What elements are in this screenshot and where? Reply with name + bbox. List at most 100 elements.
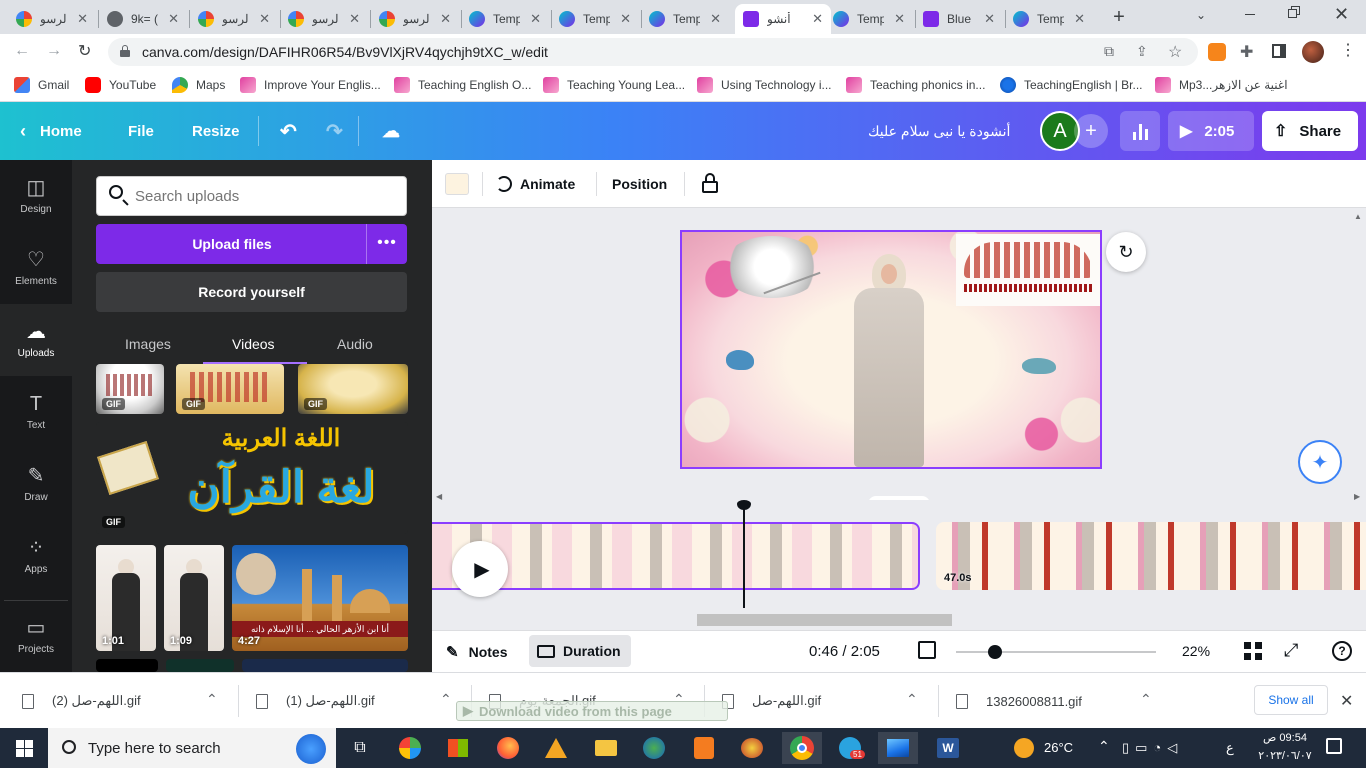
app-icon-fruit[interactable] — [732, 732, 772, 764]
zoom-level[interactable]: 22% — [1182, 643, 1210, 659]
tab-audio[interactable]: Audio — [337, 328, 373, 360]
gif-thumbnail[interactable]: GIF — [176, 364, 284, 414]
bookmark-item[interactable]: Using Technology i... — [697, 77, 832, 93]
photos-icon[interactable] — [878, 732, 918, 764]
chevron-up-icon[interactable]: ⌃ — [1140, 691, 1152, 708]
close-tab-icon[interactable]: ✕ — [168, 11, 179, 27]
address-bar[interactable]: canva.com/design/DAFIHR06R54/Bv9VlXjRV4q… — [108, 38, 1198, 66]
task-view-icon[interactable]: ⧉ — [340, 732, 380, 764]
page-view-icon[interactable] — [918, 641, 936, 659]
cloud-saved-icon[interactable]: ☁ — [382, 102, 400, 160]
upload-files-button[interactable]: Upload files ••• — [96, 224, 407, 264]
side-panel-icon[interactable] — [1272, 44, 1286, 58]
search-uploads-field[interactable] — [96, 176, 407, 216]
bookmark-item[interactable]: Maps — [172, 77, 225, 93]
bookmark-item[interactable]: YouTube — [85, 77, 156, 93]
insights-button[interactable] — [1120, 111, 1160, 151]
present-play-button[interactable]: ▶ 2:05 — [1168, 111, 1254, 151]
video-thumbnail[interactable]: 1:01 — [96, 545, 156, 651]
bookmark-item[interactable]: Teaching English O... — [394, 77, 531, 93]
close-tab-icon[interactable]: ✕ — [894, 11, 905, 27]
firefox-icon[interactable] — [488, 732, 528, 764]
download-item[interactable]: اللهم-صل.gif ⌃ — [722, 673, 934, 729]
browser-tab[interactable]: أنشو ✕ — [735, 4, 831, 34]
search-uploads-input[interactable] — [135, 185, 395, 207]
profile-avatar[interactable] — [1302, 41, 1324, 63]
design-title[interactable]: أنشودة يا نبى سلام عليك — [868, 102, 1010, 160]
chrome-icon[interactable] — [782, 732, 822, 764]
forward-arrow-icon[interactable]: → — [46, 42, 62, 60]
bookmark-item[interactable]: Teaching Young Lea... — [543, 77, 685, 93]
gif-thumbnail[interactable]: GIF — [96, 364, 164, 414]
chevron-up-icon[interactable]: ⌃ — [906, 691, 918, 708]
playhead-handle[interactable] — [737, 500, 751, 510]
browser-tab[interactable]: Blue ✕ — [915, 4, 1003, 34]
close-downloads-icon[interactable]: ✕ — [1340, 691, 1353, 711]
resize-button[interactable]: Resize — [192, 102, 240, 160]
design-canvas[interactable] — [680, 230, 1102, 469]
weather-temp[interactable]: 26°C — [1044, 740, 1073, 755]
browser-tab[interactable]: Temp ✕ — [1005, 4, 1093, 34]
tab-images[interactable]: Images — [125, 328, 171, 360]
bookmark-item[interactable]: Improve Your Englis... — [240, 77, 381, 93]
telegram-icon[interactable]: 51 — [830, 732, 870, 764]
browser-tab[interactable]: الرسو ✕ — [8, 4, 96, 34]
playhead[interactable] — [743, 504, 745, 608]
rail-item-projects[interactable]: ▭ Projects — [0, 600, 72, 672]
back-arrow-icon[interactable]: ← — [14, 42, 30, 60]
video-thumbnail[interactable] — [242, 659, 408, 672]
chevron-up-icon[interactable]: ⌃ — [206, 691, 218, 708]
timeline-play-button[interactable]: ▶ — [452, 541, 508, 597]
notifications-icon[interactable] — [1326, 738, 1342, 754]
app-icon-circle[interactable] — [390, 732, 430, 764]
rail-item-text[interactable]: T Text — [0, 376, 72, 448]
file-explorer-icon[interactable] — [586, 732, 626, 764]
close-tab-icon[interactable]: ✕ — [710, 11, 721, 27]
position-button[interactable]: Position — [612, 160, 667, 208]
close-tab-icon[interactable]: ✕ — [349, 11, 360, 27]
browser-tab[interactable]: الرسو ✕ — [371, 4, 459, 34]
rail-item-elements[interactable]: ♡ Elements — [0, 232, 72, 304]
restore-window-icon[interactable] — [1288, 6, 1302, 20]
taskbar-search-box[interactable]: Type here to search — [48, 728, 336, 768]
fullscreen-icon[interactable]: ⤢ — [1284, 640, 1298, 661]
clock-time[interactable]: 09:54 ص — [1256, 731, 1314, 744]
close-tab-icon[interactable]: ✕ — [259, 11, 270, 27]
close-tab-icon[interactable]: ✕ — [620, 11, 631, 27]
close-tab-icon[interactable]: ✕ — [77, 11, 88, 27]
page-action-icon[interactable]: ⧉ — [1104, 43, 1114, 60]
video-thumbnail[interactable] — [166, 659, 234, 672]
redo-icon[interactable]: ↷ — [326, 102, 343, 160]
zoom-slider-handle[interactable] — [988, 645, 1002, 659]
bookmark-star-icon[interactable]: ☆ — [1168, 42, 1182, 62]
help-icon[interactable]: ? — [1332, 641, 1352, 661]
minimize-window-icon[interactable] — [1240, 4, 1260, 24]
browser-tab[interactable]: الرسو ✕ — [190, 4, 278, 34]
close-tab-icon[interactable]: ✕ — [812, 11, 823, 27]
video-thumbnail[interactable]: 1:09 — [164, 545, 224, 651]
undo-icon[interactable]: ↶ — [280, 102, 297, 160]
close-tab-icon[interactable]: ✕ — [984, 11, 995, 27]
browser-menu-icon[interactable]: ⋮ — [1340, 40, 1356, 60]
app-icon-globe[interactable] — [634, 732, 674, 764]
download-video-overlay[interactable]: ▶ Download video from this page — [456, 701, 728, 721]
chevron-up-icon[interactable]: ⌃ — [440, 691, 452, 708]
home-button[interactable]: ‹ Home — [20, 102, 82, 160]
close-window-icon[interactable]: ✕ — [1334, 4, 1349, 25]
file-menu-button[interactable]: File — [128, 102, 154, 160]
new-tab-button[interactable]: + — [1108, 6, 1130, 28]
bookmark-item[interactable]: Gmail — [14, 77, 69, 93]
extensions-icon[interactable]: ✚ — [1240, 42, 1253, 62]
gif-thumbnail-large[interactable]: اللغة العربية لغة القرآن GIF — [96, 422, 408, 534]
metamask-icon[interactable] — [1208, 43, 1226, 61]
add-collaborator-button[interactable]: + — [1074, 114, 1108, 148]
vlc-icon[interactable] — [536, 732, 576, 764]
duration-button[interactable]: Duration — [529, 635, 631, 667]
gif-thumbnail[interactable]: GIF — [298, 364, 408, 414]
tab-videos[interactable]: Videos — [232, 328, 275, 360]
notes-button[interactable]: ✎ Notes — [446, 637, 507, 667]
browser-tab[interactable]: الرسو ✕ — [280, 4, 368, 34]
bookmark-item[interactable]: TeachingEnglish | Br... — [1000, 77, 1143, 93]
magic-assistant-button[interactable]: ✦ — [1298, 440, 1342, 484]
pdf-app-icon[interactable] — [684, 732, 724, 764]
